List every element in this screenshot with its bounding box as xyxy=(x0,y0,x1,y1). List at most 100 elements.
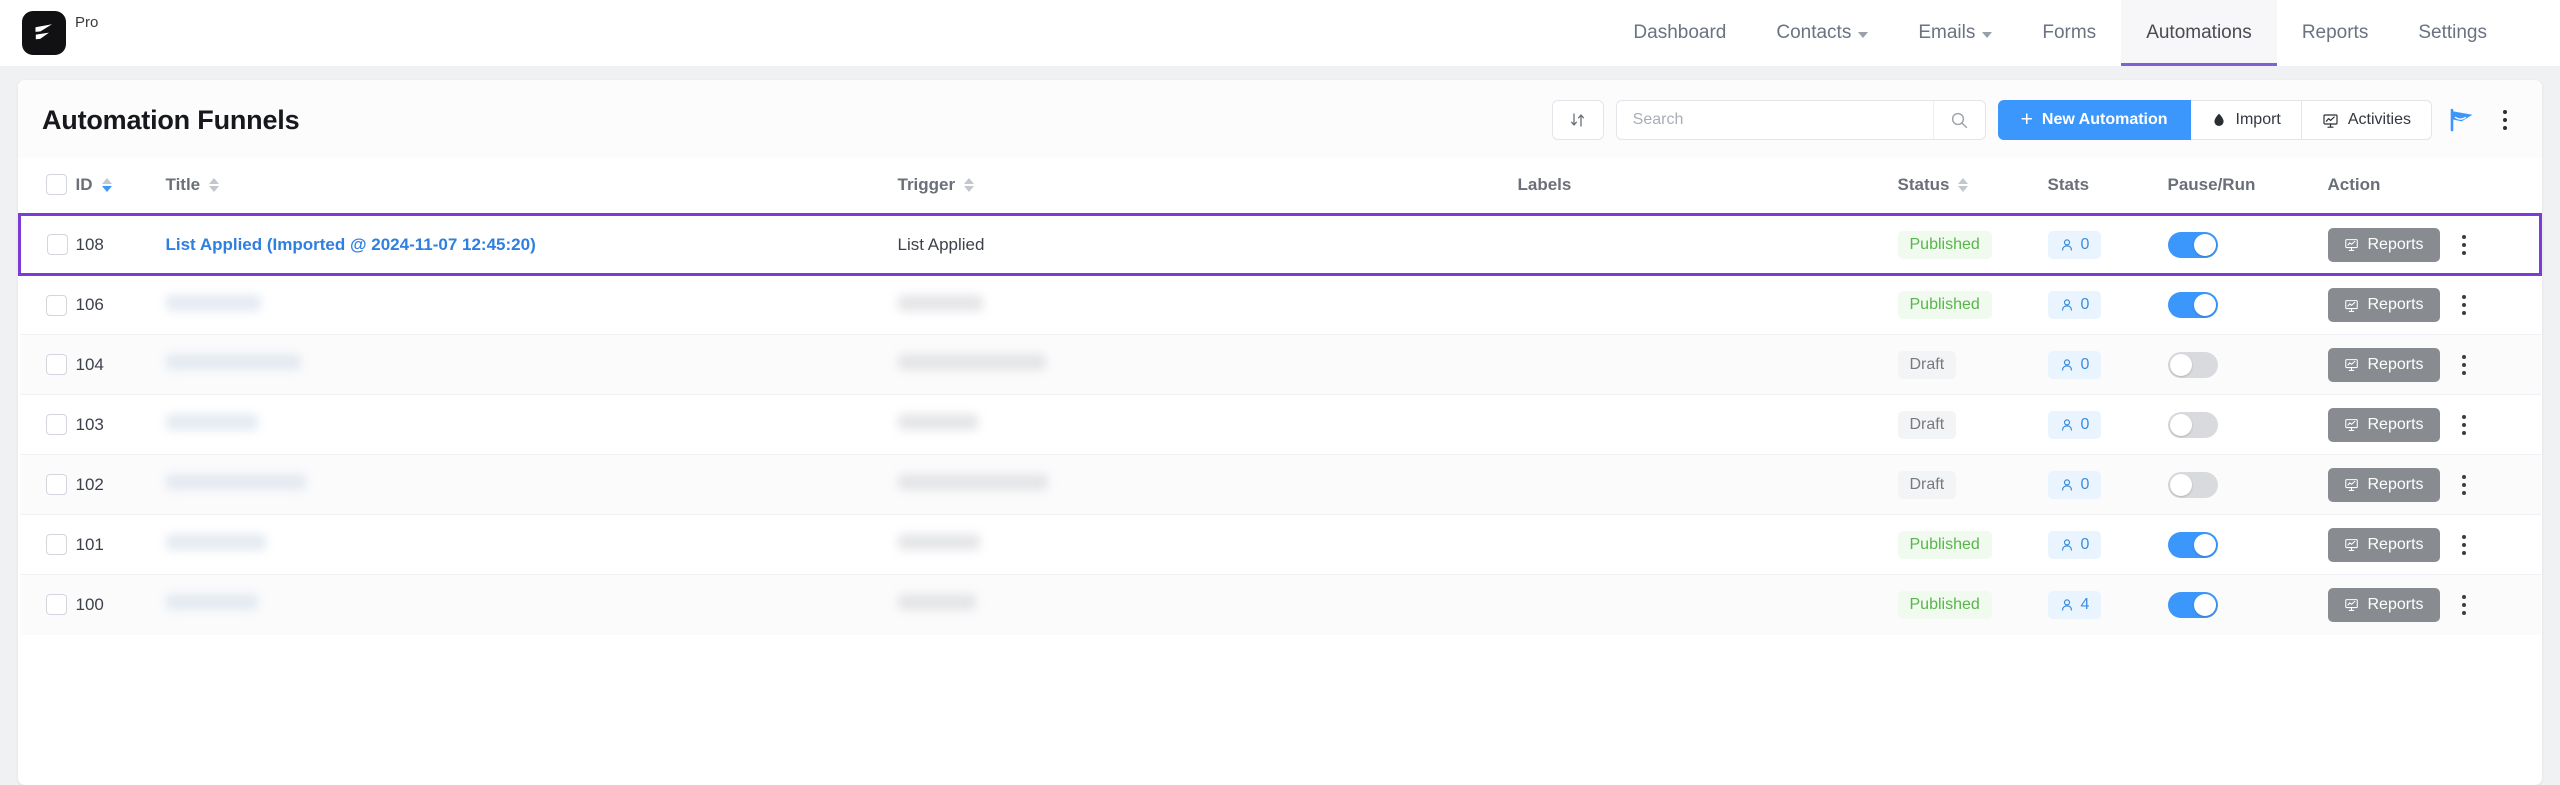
user-icon xyxy=(2061,299,2072,311)
row-checkbox[interactable] xyxy=(47,234,68,255)
row-checkbox[interactable] xyxy=(45,474,67,495)
nav-item-contacts[interactable]: Contacts xyxy=(1751,0,1893,66)
row-title-cell xyxy=(137,334,898,395)
row-pause-run-cell xyxy=(2167,334,2328,395)
row-stats-cell: 0 xyxy=(2047,213,2168,276)
contacts-stat-chip[interactable]: 0 xyxy=(2047,470,2102,499)
search-box[interactable] xyxy=(1615,100,1986,140)
redacted-trigger xyxy=(897,414,978,430)
activities-button[interactable]: Activities xyxy=(2301,100,2432,140)
nav-item-dashboard[interactable]: Dashboard xyxy=(1608,0,1751,66)
row-checkbox[interactable] xyxy=(45,534,67,555)
sort-trigger-icon[interactable] xyxy=(964,177,975,192)
table-row[interactable]: 106 Published 0 Reports xyxy=(19,274,2541,335)
row-labels-cell xyxy=(1517,274,1898,335)
table-row[interactable]: 108 List Applied (Imported @ 2024-11-07 … xyxy=(18,213,2542,276)
pro-badge: Pro xyxy=(75,14,99,31)
col-trigger[interactable]: Trigger xyxy=(897,158,1518,215)
search-button[interactable] xyxy=(1932,101,1985,139)
pause-run-toggle[interactable] xyxy=(2167,411,2218,438)
new-automation-button[interactable]: + New Automation xyxy=(1997,100,2191,140)
row-more-menu[interactable] xyxy=(2461,414,2466,435)
contacts-stat-chip[interactable]: 0 xyxy=(2047,230,2102,259)
contacts-stat-chip[interactable]: 4 xyxy=(2047,590,2102,619)
contacts-stat-chip[interactable]: 0 xyxy=(2047,350,2102,379)
row-reports-button[interactable]: Reports xyxy=(2327,407,2440,442)
pause-run-toggle[interactable] xyxy=(2167,351,2218,378)
nav-item-forms[interactable]: Forms xyxy=(2017,0,2121,66)
select-all-checkbox[interactable] xyxy=(45,174,67,195)
col-id[interactable]: ID xyxy=(75,158,138,215)
sort-id-icon[interactable] xyxy=(101,177,112,192)
row-trigger-cell xyxy=(897,454,1518,515)
row-reports-label: Reports xyxy=(2367,296,2424,313)
header-more-menu[interactable] xyxy=(2492,100,2518,140)
col-status[interactable]: Status xyxy=(1897,158,2048,215)
pause-run-toggle[interactable] xyxy=(2167,531,2218,558)
automation-funnels-card: Automation Funnels Search + New Automati… xyxy=(18,80,2542,785)
row-more-menu[interactable] xyxy=(2461,234,2466,255)
row-reports-button[interactable]: Reports xyxy=(2327,288,2440,322)
row-more-menu[interactable] xyxy=(2461,534,2466,555)
row-labels-cell xyxy=(1517,514,1898,575)
table-row[interactable]: 104 Draft 0 Reports xyxy=(19,334,2541,395)
row-more-menu[interactable] xyxy=(2461,594,2466,615)
col-trigger-label: Trigger xyxy=(897,174,956,194)
academy-button[interactable] xyxy=(2444,107,2480,133)
nav-label: Contacts xyxy=(1776,22,1852,43)
table-row[interactable]: 103 Draft 0 Reports xyxy=(19,394,2541,455)
row-reports-button[interactable]: Reports xyxy=(2327,467,2440,502)
sort-status-icon[interactable] xyxy=(1958,177,1969,192)
row-checkbox[interactable] xyxy=(45,354,67,375)
row-checkbox[interactable] xyxy=(45,414,67,435)
row-reports-button[interactable]: Reports xyxy=(2327,587,2440,622)
row-id: 100 xyxy=(75,594,104,614)
table-head: ID Title Trigger Labels Status Stats Pau… xyxy=(19,158,2541,215)
row-checkbox[interactable] xyxy=(45,294,67,316)
pause-run-toggle[interactable] xyxy=(2167,231,2218,258)
table-row[interactable]: 101 Published 0 Reports xyxy=(19,514,2541,575)
kebab-dot xyxy=(2461,422,2466,427)
import-button[interactable]: Import xyxy=(2190,100,2302,140)
kebab-dot xyxy=(2461,242,2466,247)
row-checkbox[interactable] xyxy=(45,594,67,616)
contacts-stat-chip[interactable]: 0 xyxy=(2047,410,2102,439)
row-id: 104 xyxy=(75,354,104,374)
search-input[interactable] xyxy=(1632,111,1933,129)
col-title[interactable]: Title xyxy=(137,158,898,215)
automation-title-link[interactable]: List Applied (Imported @ 2024-11-07 12:4… xyxy=(166,235,536,254)
brand[interactable]: Pro xyxy=(22,11,98,55)
contacts-stat-chip[interactable]: 0 xyxy=(2047,530,2102,559)
pause-run-toggle[interactable] xyxy=(2167,591,2218,618)
pause-run-toggle[interactable] xyxy=(2167,292,2218,318)
nav-item-emails[interactable]: Emails xyxy=(1893,0,2017,66)
col-stats-label: Stats xyxy=(2047,174,2090,194)
row-reports-button[interactable]: Reports xyxy=(2327,347,2440,382)
table-row[interactable]: 102 Draft 0 Reports xyxy=(19,454,2541,515)
kebab-dot xyxy=(2461,295,2466,299)
row-title-cell xyxy=(137,394,898,455)
contacts-count: 0 xyxy=(2080,475,2090,493)
sort-button[interactable] xyxy=(1551,100,1604,140)
sort-title-icon[interactable] xyxy=(209,177,220,192)
pause-run-toggle[interactable] xyxy=(2167,471,2218,498)
redacted-trigger xyxy=(897,594,976,611)
row-reports-button[interactable]: Reports xyxy=(2327,227,2440,262)
row-more-menu[interactable] xyxy=(2461,354,2466,375)
kebab-dot xyxy=(2461,430,2466,435)
kebab-dot xyxy=(2461,550,2466,555)
row-status-cell: Published xyxy=(1897,213,2048,276)
contacts-count: 0 xyxy=(2080,235,2090,253)
status-badge: Published xyxy=(1897,291,1992,319)
row-more-menu[interactable] xyxy=(2461,295,2466,315)
reports-board-icon xyxy=(2344,599,2358,612)
nav-item-reports[interactable]: Reports xyxy=(2277,0,2394,66)
nav-item-settings[interactable]: Settings xyxy=(2393,0,2512,66)
row-more-menu[interactable] xyxy=(2461,474,2466,495)
row-reports-button[interactable]: Reports xyxy=(2327,527,2440,562)
table-row[interactable]: 100 Published 4 Reports xyxy=(19,574,2541,635)
nav-item-automations[interactable]: Automations xyxy=(2121,0,2277,66)
contacts-stat-chip[interactable]: 0 xyxy=(2047,291,2102,319)
row-id: 106 xyxy=(75,295,104,314)
fluent-crm-logo-icon[interactable] xyxy=(22,11,66,55)
